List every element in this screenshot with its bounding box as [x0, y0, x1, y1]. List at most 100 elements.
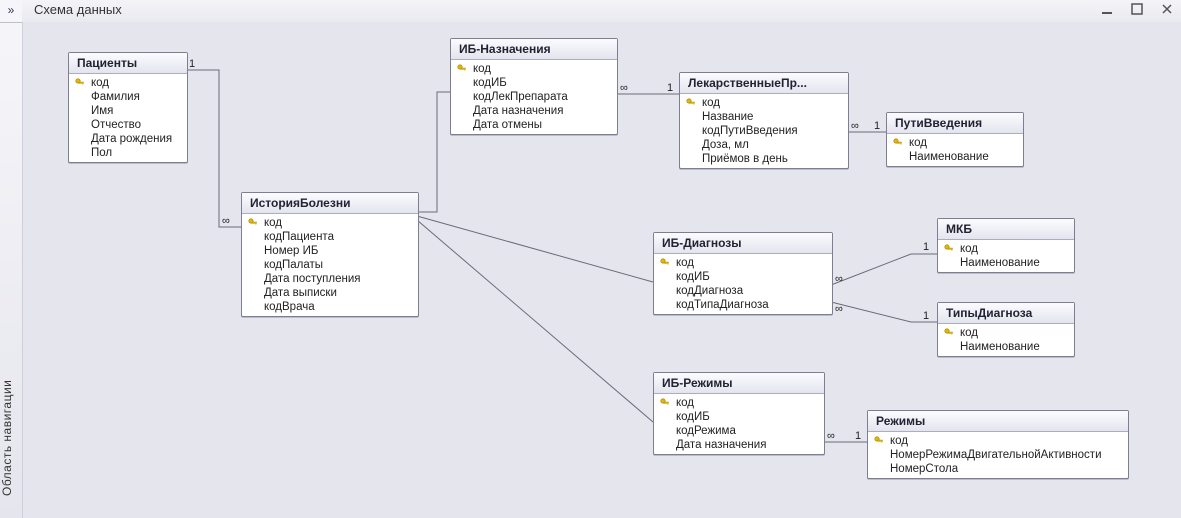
table-field[interactable]: код	[654, 396, 824, 410]
field-name: Имя	[91, 105, 113, 117]
table-history[interactable]: ИсторияБолезни кодкодПациентаНомер ИБкод…	[241, 192, 419, 317]
key-icon	[660, 258, 670, 268]
key-icon	[75, 78, 85, 88]
table-field[interactable]: кодВрача	[242, 300, 418, 314]
table-fields: код кодПациента Номер ИБ кодПалатыДата пост…	[242, 214, 418, 316]
field-name: кодВрача	[264, 301, 315, 313]
field-name: кодЛекПрепарата	[473, 91, 568, 103]
table-field[interactable]: Приёмов в день	[680, 152, 848, 166]
field-name: код	[960, 243, 978, 255]
field-name: кодПациента	[264, 231, 334, 243]
table-field[interactable]: кодРежима	[654, 424, 824, 438]
table-field[interactable]: кодТипаДиагноза	[654, 298, 832, 312]
relationships-canvas[interactable]: 1 ∞ ∞ 1 ∞ 1 ∞ 1 ∞ 1 ∞ 1 Пациенты кодФами…	[22, 22, 1181, 518]
key-icon	[944, 328, 954, 338]
table-field[interactable]: кодПациента	[242, 230, 418, 244]
table-title: Пациенты	[69, 53, 187, 74]
table-field[interactable]: код	[938, 242, 1074, 256]
table-field[interactable]: Дата назначения	[451, 104, 617, 118]
table-title: ЛекарственныеПр...	[680, 73, 848, 94]
table-puti-vvedeniya[interactable]: ПутиВведения кодНаименование	[886, 112, 1024, 167]
nav-expand-button[interactable]: »	[0, 0, 22, 23]
table-field[interactable]: Фамилия	[69, 90, 187, 104]
table-lekarstvennye[interactable]: ЛекарственныеПр... кодНазваниекодПутиВве…	[679, 72, 849, 169]
table-ib-diagnozy[interactable]: ИБ-Диагнозы кодкодИБкодДиагнозакодТипаДи…	[653, 232, 833, 315]
maximize-button[interactable]	[1129, 2, 1145, 19]
table-field[interactable]: НомерРежимаДвигательнойАктивности	[868, 448, 1128, 462]
svg-text:∞: ∞	[827, 430, 835, 442]
table-field[interactable]: Дата выписки	[242, 286, 418, 300]
table-field[interactable]: Имя	[69, 104, 187, 118]
table-fields: кодкодИБкодЛекПрепарата Дата назначенияДа…	[451, 60, 617, 134]
table-field[interactable]: Номер ИБ	[242, 244, 418, 258]
field-name: код	[473, 63, 491, 75]
table-mkb[interactable]: МКБ кодНаименование	[937, 218, 1075, 273]
table-field[interactable]: Доза, мл	[680, 138, 848, 152]
table-field[interactable]: кодИБ	[654, 270, 832, 284]
svg-text:1: 1	[874, 120, 880, 132]
table-field[interactable]: Дата поступления	[242, 272, 418, 286]
svg-text:∞: ∞	[620, 82, 628, 94]
table-field[interactable]: код	[654, 256, 832, 270]
table-field[interactable]: Дата отмены	[451, 118, 617, 132]
field-name: НомерРежимаДвигательнойАктивности	[890, 449, 1102, 461]
table-field[interactable]: Пол	[69, 146, 187, 160]
table-field[interactable]: Дата рождения	[69, 132, 187, 146]
minimize-button[interactable]	[1099, 2, 1115, 19]
close-button[interactable]	[1159, 2, 1175, 19]
table-field[interactable]: Название	[680, 110, 848, 124]
field-name: Фамилия	[91, 91, 140, 103]
field-name: Дата назначения	[676, 439, 766, 451]
table-field[interactable]: Дата назначения	[654, 438, 824, 452]
field-name: Доза, мл	[702, 139, 749, 151]
table-field[interactable]: код	[69, 76, 187, 90]
svg-text:1: 1	[855, 430, 861, 442]
svg-text:∞: ∞	[222, 215, 230, 227]
svg-text:∞: ∞	[851, 120, 859, 132]
table-fields: кодНаименование	[938, 240, 1074, 272]
table-field[interactable]: Наименование	[938, 340, 1074, 354]
table-field[interactable]: код	[242, 216, 418, 230]
field-name: кодПалаты	[264, 259, 323, 271]
key-icon	[874, 436, 884, 446]
table-field[interactable]: кодИБ	[451, 76, 617, 90]
key-icon	[660, 398, 670, 408]
table-field[interactable]: Отчество	[69, 118, 187, 132]
field-name: код	[264, 217, 282, 229]
table-ib-rezhimy[interactable]: ИБ-Режимы кодкодИБкодРежимаДата назначен…	[653, 372, 825, 455]
table-field[interactable]: кодЛекПрепарата	[451, 90, 617, 104]
table-field[interactable]: кодПалаты	[242, 258, 418, 272]
field-name: Отчество	[91, 119, 141, 131]
table-field[interactable]: кодДиагноза	[654, 284, 832, 298]
table-field[interactable]: Наименование	[887, 150, 1023, 164]
field-name: кодДиагноза	[676, 285, 743, 297]
table-fields: код Наименование	[938, 324, 1074, 356]
field-name: НомерСтола	[890, 463, 958, 475]
field-name: Наименование	[960, 341, 1040, 353]
table-field[interactable]: код	[868, 434, 1128, 448]
table-field[interactable]: кодПутиВведения	[680, 124, 848, 138]
field-name: код	[960, 327, 978, 339]
table-patients[interactable]: Пациенты кодФамилия Имя ОтчествоДата рожде…	[68, 52, 188, 163]
key-icon	[893, 138, 903, 148]
field-name: код	[676, 397, 694, 409]
table-title: ИБ-Режимы	[654, 373, 824, 394]
table-field[interactable]: код	[938, 326, 1074, 340]
table-field[interactable]: код	[451, 62, 617, 76]
field-name: Номер ИБ	[264, 245, 318, 257]
field-name: код	[909, 137, 927, 149]
table-field[interactable]: кодИБ	[654, 410, 824, 424]
table-fields: кодкодИБкодРежимаДата назначения	[654, 394, 824, 454]
table-field[interactable]: код	[887, 136, 1023, 150]
table-field[interactable]: код	[680, 96, 848, 110]
table-tipy-diagnoza[interactable]: ТипыДиагноза кодНаименование	[937, 302, 1075, 357]
table-ib-naznacheniya[interactable]: ИБ-Назначения кодкодИБкодЛекПрепаратаДат…	[450, 38, 618, 135]
key-icon	[248, 218, 258, 228]
svg-text:1: 1	[189, 58, 195, 70]
table-fields: кодНаименование	[887, 134, 1023, 166]
table-field[interactable]: НомерСтола	[868, 462, 1128, 476]
table-rezhimy[interactable]: Режимы кодНомерРежимаДвигательнойАктивно…	[867, 410, 1129, 479]
field-name: Дата назначения	[473, 105, 563, 117]
field-name: код	[702, 97, 720, 109]
table-field[interactable]: Наименование	[938, 256, 1074, 270]
